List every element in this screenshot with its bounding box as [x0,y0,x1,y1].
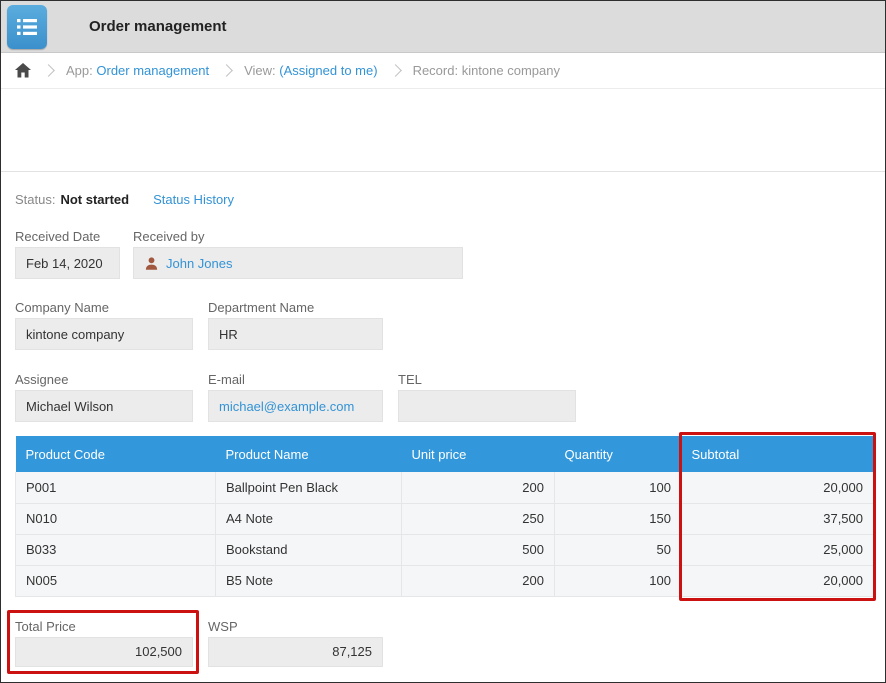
col-subtotal: Subtotal [682,436,874,472]
total-price-label: Total Price [15,619,193,637]
chevron-right-icon [220,64,233,77]
app-window: Order management App: Order management V… [0,0,886,683]
status-value: Not started [60,192,129,207]
field-email: E-mail michael@example.com [208,372,383,422]
order-items-table: Product Code Product Name Unit price Qua… [15,436,874,597]
field-department-name: Department Name HR [208,300,383,350]
cell-subtotal: 20,000 [682,472,874,503]
breadcrumb-view: View: (Assigned to me) [244,63,377,78]
person-icon [144,256,159,271]
company-name-text: kintone company [26,327,124,342]
department-name-text: HR [219,327,238,342]
tel-label: TEL [398,372,576,390]
field-company-name: Company Name kintone company [15,300,193,350]
email-value: michael@example.com [208,390,383,422]
cell-subtotal: 37,500 [682,503,874,534]
cell-unit-price: 200 [402,565,555,596]
received-date-label: Received Date [15,229,120,247]
received-by-label: Received by [133,229,463,247]
received-by-user-link[interactable]: John Jones [166,256,233,271]
cell-product-name: Bookstand [216,534,402,565]
total-price-text: 102,500 [135,644,182,659]
col-product-code: Product Code [16,436,216,472]
chevron-right-icon [389,64,402,77]
breadcrumb-app: App: Order management [66,63,209,78]
cell-quantity: 150 [555,503,682,534]
status-label: Status: [15,192,55,207]
col-product-name: Product Name [216,436,402,472]
cell-subtotal: 25,000 [682,534,874,565]
field-tel: TEL [398,372,576,422]
cell-quantity: 50 [555,534,682,565]
cell-unit-price: 200 [402,472,555,503]
toolbar-area [1,89,885,171]
cell-product-code: P001 [16,472,216,503]
wsp-value: 87,125 [208,637,383,667]
assignee-label: Assignee [15,372,193,390]
cell-unit-price: 250 [402,503,555,534]
cell-product-name: B5 Note [216,565,402,596]
table-header: Product Code Product Name Unit price Qua… [16,436,874,472]
received-date-value: Feb 14, 2020 [15,247,120,279]
col-quantity: Quantity [555,436,682,472]
cell-product-code: N005 [16,565,216,596]
cell-quantity: 100 [555,472,682,503]
field-row-3: Assignee Michael Wilson E-mail michael@e… [15,372,873,422]
table-row: N005 B5 Note 200 100 20,000 [16,565,874,596]
assignee-text: Michael Wilson [26,399,113,414]
cell-product-code: N010 [16,503,216,534]
chevron-right-icon [42,64,55,77]
breadcrumb-app-link[interactable]: Order management [96,63,209,78]
wsp-text: 87,125 [332,644,372,659]
field-total-price: Total Price 102,500 [15,619,193,667]
app-menu-icon[interactable] [7,5,47,49]
page-title: Order management [89,18,227,35]
received-by-value: John Jones [133,247,463,279]
field-received-by: Received by John Jones [133,229,463,279]
cell-subtotal: 20,000 [682,565,874,596]
cell-product-code: B033 [16,534,216,565]
menu-list-icon [15,15,39,39]
field-row-1: Received Date Feb 14, 2020 Received by J… [15,229,873,279]
assignee-value: Michael Wilson [15,390,193,422]
company-name-label: Company Name [15,300,193,318]
breadcrumb-record-label: Record: kintone company [413,63,560,78]
breadcrumb-view-link[interactable]: (Assigned to me) [279,63,377,78]
table-row: P001 Ballpoint Pen Black 200 100 20,000 [16,472,874,503]
breadcrumb-app-label: App: [66,63,93,78]
table-row: B033 Bookstand 500 50 25,000 [16,534,874,565]
field-assignee: Assignee Michael Wilson [15,372,193,422]
table-row: N010 A4 Note 250 150 37,500 [16,503,874,534]
received-date-text: Feb 14, 2020 [26,256,103,271]
company-name-value: kintone company [15,318,193,350]
breadcrumb: App: Order management View: (Assigned to… [1,53,885,89]
home-icon [15,63,31,78]
col-unit-price: Unit price [402,436,555,472]
cell-unit-price: 500 [402,534,555,565]
field-received-date: Received Date Feb 14, 2020 [15,229,120,279]
email-label: E-mail [208,372,383,390]
app-header: Order management [1,1,885,53]
home-button[interactable] [15,63,31,78]
cell-product-name: A4 Note [216,503,402,534]
total-price-value: 102,500 [15,637,193,667]
cell-product-name: Ballpoint Pen Black [216,472,402,503]
email-link[interactable]: michael@example.com [219,399,354,414]
status-row: Status: Not started Status History [15,189,873,209]
breadcrumb-view-label: View: [244,63,276,78]
status-history-link[interactable]: Status History [153,192,234,207]
tel-value [398,390,576,422]
cell-quantity: 100 [555,565,682,596]
department-name-value: HR [208,318,383,350]
totals-row: Total Price 102,500 WSP 87,125 [15,619,873,667]
department-name-label: Department Name [208,300,383,318]
field-row-2: Company Name kintone company Department … [15,300,873,350]
record-detail: Status: Not started Status History Recei… [1,172,885,667]
field-wsp: WSP 87,125 [208,619,383,667]
wsp-label: WSP [208,619,383,637]
